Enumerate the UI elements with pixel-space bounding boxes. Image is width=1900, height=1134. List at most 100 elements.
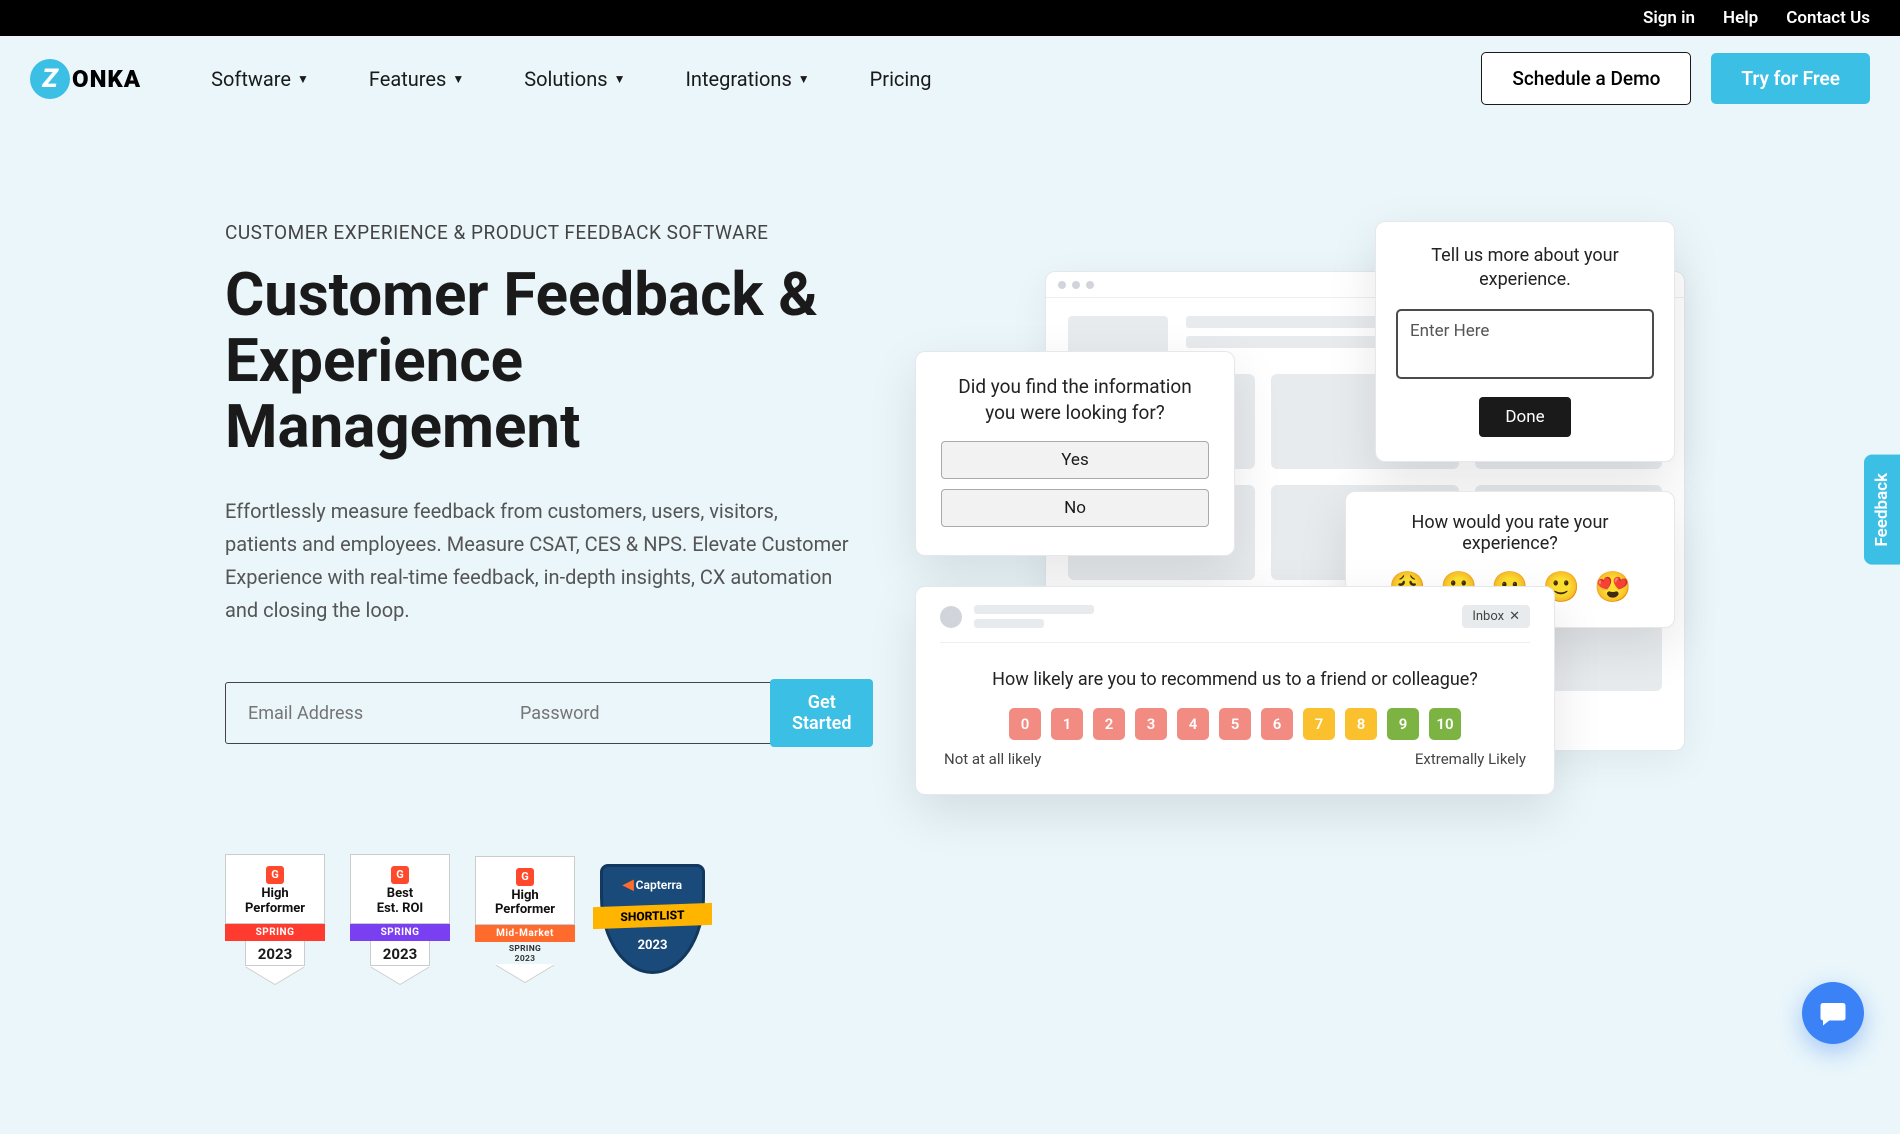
chat-icon [1818,998,1848,1028]
hero-description: Effortlessly measure feedback from custo… [225,495,850,627]
badge-tail-icon [495,964,555,982]
badge-ribbon: SPRING [225,924,325,941]
hero-overline: CUSTOMER EXPERIENCE & PRODUCT FEEDBACK S… [225,221,875,244]
g2-icon: G [266,866,284,884]
signup-form: Get Started [225,682,865,744]
hero-left: CUSTOMER EXPERIENCE & PRODUCT FEEDBACK S… [225,221,875,984]
inbox-label: Inbox [1472,609,1504,624]
badge-g2-high-performer: G High Performer SPRING 2023 [225,854,325,984]
get-started-button[interactable]: Get Started [770,679,873,747]
nps-cell-10[interactable]: 10 [1429,708,1461,740]
badge-tail-icon [370,966,430,984]
hero-section: Z ONKA Software▼ Features ▼ Solutions ▼ In… [0,36,1900,1134]
badge-label: High Performer [230,887,320,917]
popup-nps: Inbox ✕ How likely are you to recommend u… [915,586,1555,795]
badge-subtext: SPRING 2023 [475,944,575,964]
close-icon: ✕ [1509,609,1520,624]
badge-ribbon: Mid-Market [475,925,575,942]
popup-yesno: Did you find the information you were lo… [915,351,1235,556]
placeholder-line [974,605,1094,614]
nav-label: Pricing [870,67,932,91]
help-link[interactable]: Help [1723,8,1758,28]
placeholder-block [1068,316,1168,354]
chevron-down-icon: ▼ [798,72,810,86]
logo-text: ONKA [72,65,141,93]
nps-cell-7[interactable]: 7 [1303,708,1335,740]
nav-integrations[interactable]: Integrations ▼ [685,67,809,91]
badge-g2-best-roi: G Best Est. ROI SPRING 2023 [350,854,450,984]
chat-launcher[interactable] [1802,982,1864,1044]
capterra-year: 2023 [638,938,668,953]
nps-cell-4[interactable]: 4 [1177,708,1209,740]
chevron-down-icon: ▼ [614,72,626,86]
nps-cell-2[interactable]: 2 [1093,708,1125,740]
nav-features[interactable]: Features ▼ [369,67,464,91]
inbox-tag[interactable]: Inbox ✕ [1462,605,1530,628]
schedule-demo-button[interactable]: Schedule a Demo [1481,52,1691,105]
window-dot-icon [1072,281,1080,289]
badge-ribbon: SPRING [350,924,450,941]
placeholder-line [974,619,1044,628]
feedback-textarea[interactable]: Enter Here [1396,309,1654,379]
logo[interactable]: Z ONKA [30,59,141,99]
nav: Software▼ Features ▼ Solutions ▼ Integrati… [211,67,931,91]
nav-pricing[interactable]: Pricing [870,67,932,91]
capterra-logo-icon: ◀Capterra [623,877,682,893]
badge-label: Best Est. ROI [355,887,445,917]
header-actions: Schedule a Demo Try for Free [1481,52,1870,105]
nps-scale: 0123456789 10 [940,708,1530,740]
logo-mark-icon: Z [30,59,70,99]
window-dot-icon [1086,281,1094,289]
header: Z ONKA Software▼ Features ▼ Solutions ▼ In… [0,36,1900,121]
award-badges: G High Performer SPRING 2023 G Best Est.… [225,854,875,984]
nav-label: Integrations [685,67,791,91]
badge-year: 2023 [245,941,305,966]
chevron-down-icon: ▼ [297,72,309,86]
popup-question: Tell us more about your experience. [1396,244,1654,293]
hero-title: Customer Feedback & Experience Managemen… [225,262,875,460]
popup-question: Did you find the information you were lo… [941,374,1209,425]
signin-link[interactable]: Sign in [1643,8,1695,28]
nav-software[interactable]: Software▼ [211,67,309,91]
option-yes[interactable]: Yes [941,441,1209,479]
nav-solutions[interactable]: Solutions ▼ [524,67,625,91]
nps-low-label: Not at all likely [944,750,1041,768]
popup-question: How likely are you to recommend us to a … [940,669,1530,690]
badge-g2-midmarket: G High Performer Mid-Market SPRING 2023 [475,856,575,983]
nps-cell-3[interactable]: 3 [1135,708,1167,740]
badge-capterra: ◀Capterra SHORTLIST 2023 [600,864,710,974]
emoji-option[interactable]: 😍 [1594,570,1631,605]
nav-label: Features [369,67,446,91]
nps-high-label: Extremally Likely [1415,750,1526,768]
try-free-button[interactable]: Try for Free [1711,53,1870,104]
g2-icon: G [391,866,409,884]
badge-tail-icon [245,966,305,984]
password-input[interactable] [498,683,770,743]
nav-label: Solutions [524,67,607,91]
avatar-icon [940,606,962,628]
popup-question: How would you rate your experience? [1366,512,1654,554]
divider [940,642,1530,643]
hero-illustration: Did you find the information you were lo… [915,221,1685,861]
nps-cell-6[interactable]: 6 [1261,708,1293,740]
hero: CUSTOMER EXPERIENCE & PRODUCT FEEDBACK S… [0,121,1900,984]
contact-link[interactable]: Contact Us [1786,8,1870,28]
nps-cell-5[interactable]: 5 [1219,708,1251,740]
topbar: Sign in Help Contact Us [0,0,1900,36]
window-dot-icon [1058,281,1066,289]
g2-icon: G [516,868,534,886]
popup-text-feedback: Tell us more about your experience. Ente… [1375,221,1675,462]
capterra-ribbon: SHORTLIST [593,903,712,929]
badge-year: 2023 [370,941,430,966]
done-button[interactable]: Done [1479,397,1570,437]
feedback-side-tab[interactable]: Feedback [1864,455,1900,565]
nps-cell-9[interactable]: 9 [1387,708,1419,740]
nps-cell-0[interactable]: 0 [1009,708,1041,740]
badge-label: High Performer [480,889,570,919]
nps-cell-1[interactable]: 1 [1051,708,1083,740]
chevron-down-icon: ▼ [452,72,464,86]
option-no[interactable]: No [941,489,1209,527]
email-input[interactable] [226,683,498,743]
nps-cell-8[interactable]: 8 [1345,708,1377,740]
capterra-text: Capterra [636,878,682,892]
